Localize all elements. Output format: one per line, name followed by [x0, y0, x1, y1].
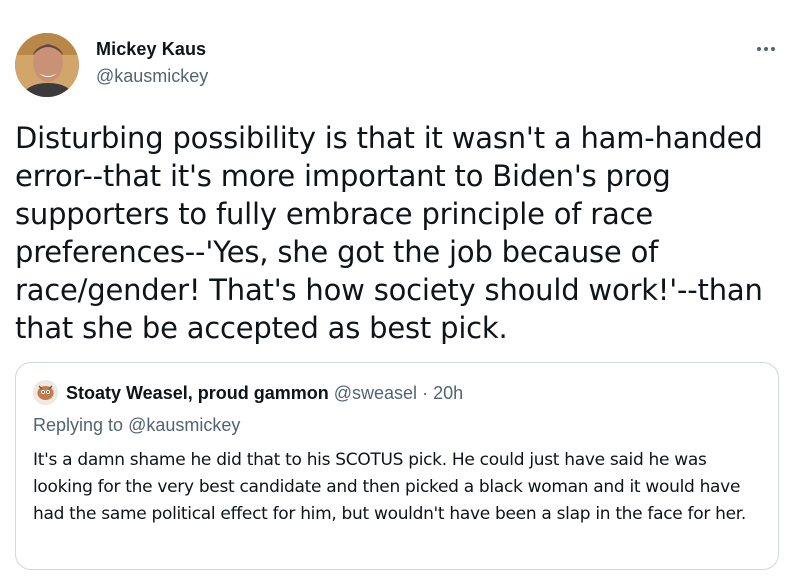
quoted-tweet-time: 20h	[433, 383, 464, 403]
replying-to-handle: @kausmickey	[128, 415, 241, 435]
quoted-tweet-card[interactable]: Stoaty Weasel, proud gammon @sweasel · 2…	[15, 362, 779, 570]
more-options-icon	[757, 47, 761, 51]
quoted-author-avatar	[33, 380, 58, 405]
quoted-author-handle: @sweasel	[333, 383, 418, 403]
quoted-tweet-header: Stoaty Weasel, proud gammon @sweasel · 2…	[66, 383, 463, 404]
quoted-header-separator: ·	[422, 383, 429, 403]
author-handle[interactable]: @kausmickey	[96, 66, 208, 87]
tweet-text: Disturbing possibility is that it wasn't…	[15, 121, 763, 345]
more-options-button[interactable]	[748, 36, 784, 62]
author-avatar[interactable]	[15, 33, 79, 97]
replying-to-label: Replying to	[33, 415, 124, 435]
author-name[interactable]: Mickey Kaus	[96, 39, 206, 60]
more-options-icon-dot	[764, 47, 768, 51]
replying-to: Replying to @kausmickey	[33, 415, 240, 436]
quoted-tweet-text: It's a damn shame he did that to his SCO…	[33, 450, 746, 524]
more-options-icon-dot	[771, 47, 775, 51]
tweet: Mickey Kaus @kausmickey Disturbing possi…	[0, 0, 806, 584]
quoted-author-name: Stoaty Weasel, proud gammon	[66, 383, 329, 403]
